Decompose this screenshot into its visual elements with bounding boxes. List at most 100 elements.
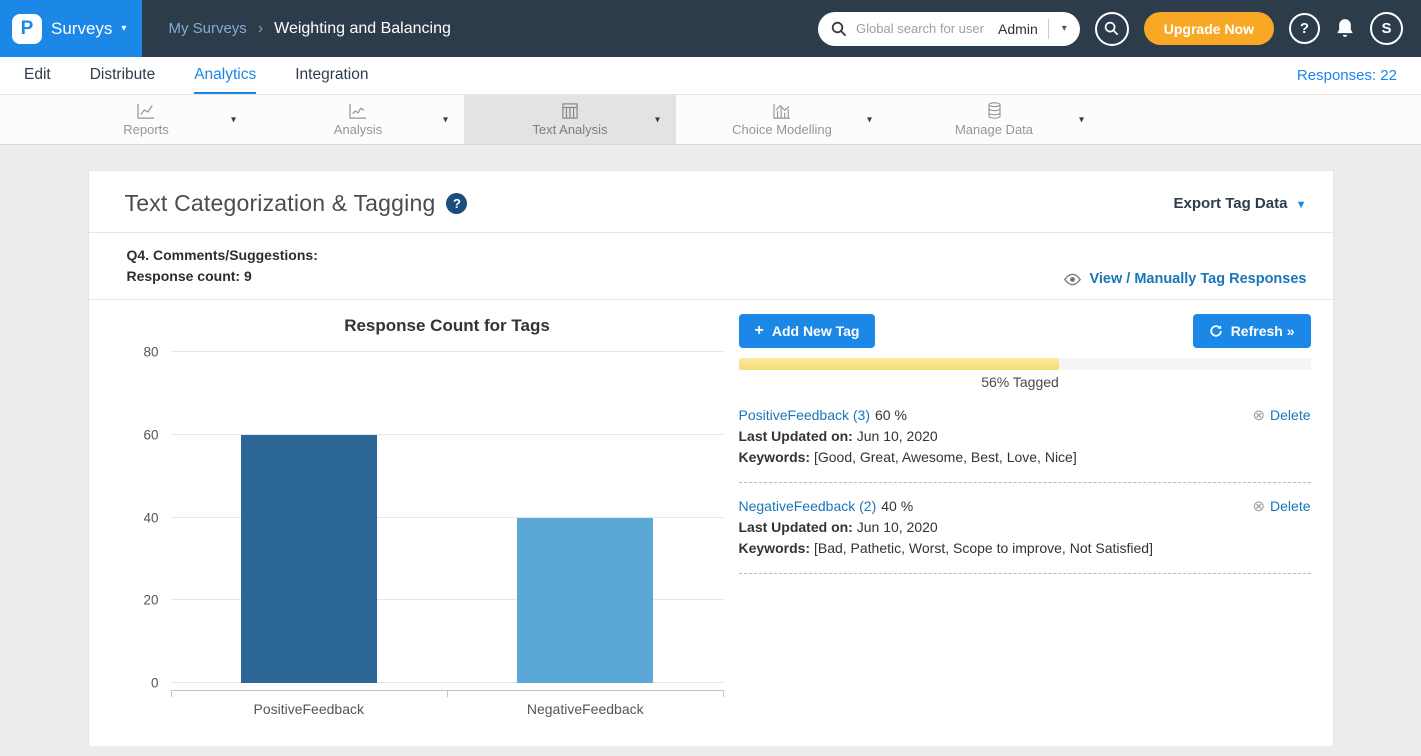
bar-slot <box>171 352 448 683</box>
tag-updated-row: Last Updated on: Jun 10, 2020 <box>739 426 1311 447</box>
tag-percent: 60 % <box>875 405 907 426</box>
notifications-button[interactable] <box>1335 18 1355 39</box>
tab-integration[interactable]: Integration <box>295 57 368 94</box>
app-name: Surveys <box>51 19 112 39</box>
chevron-down-icon[interactable]: ▾ <box>867 114 872 125</box>
search-icon <box>1104 21 1119 36</box>
text-analysis-icon <box>562 103 578 119</box>
delete-tag-link[interactable]: ⊗ Delete <box>1252 405 1310 426</box>
x-axis <box>171 690 724 697</box>
ribbon-text-analysis[interactable]: Text Analysis ▾ <box>464 95 676 144</box>
help-button[interactable]: ? <box>1289 13 1320 44</box>
ribbon-choice-modelling[interactable]: Choice Modelling ▾ <box>676 95 888 144</box>
bars <box>171 352 724 683</box>
tag-head: PositiveFeedback (3) 60 % ⊗ Delete <box>739 405 1311 426</box>
tag-updated-row: Last Updated on: Jun 10, 2020 <box>739 517 1311 538</box>
updated-label: Last Updated on: <box>739 519 853 535</box>
x-axis-label: NegativeFeedback <box>447 701 724 717</box>
analysis-chart-icon <box>349 103 367 119</box>
delete-circle-icon: ⊗ <box>1252 496 1265 517</box>
y-tick-label: 80 <box>143 345 158 360</box>
user-avatar[interactable]: S <box>1370 12 1403 45</box>
bar-PositiveFeedback[interactable] <box>241 435 377 683</box>
chevron-down-icon[interactable]: ▾ <box>655 114 660 125</box>
tag-keywords-row: Keywords: [Bad, Pathetic, Worst, Scope t… <box>739 538 1311 559</box>
ribbon-label: Choice Modelling <box>732 122 832 137</box>
plot <box>171 352 724 683</box>
chevron-down-icon[interactable]: ▾ <box>1079 114 1084 125</box>
tab-edit[interactable]: Edit <box>24 57 51 94</box>
refresh-label: Refresh » <box>1231 323 1295 339</box>
tab-analytics[interactable]: Analytics <box>194 57 256 94</box>
y-tick-label: 60 <box>143 427 158 442</box>
global-search: Admin ▾ <box>818 12 1080 46</box>
search-scope-dropdown[interactable]: ▾ <box>1049 12 1080 46</box>
panel-body: Response Count for Tags 020406080 Positi… <box>89 300 1333 717</box>
delete-label: Delete <box>1270 496 1310 517</box>
responses-count[interactable]: Responses: 22 <box>1297 67 1397 84</box>
progress-label-row: 56% Tagged <box>739 374 1311 392</box>
ribbon-analysis[interactable]: Analysis ▾ <box>252 95 464 144</box>
tab-distribute[interactable]: Distribute <box>90 57 155 94</box>
ribbon-label: Text Analysis <box>532 122 607 137</box>
keywords-value: [Bad, Pathetic, Worst, Scope to improve,… <box>810 540 1153 556</box>
view-manually-tag-link[interactable]: View / Manually Tag Responses <box>1063 271 1306 287</box>
export-tag-data-link[interactable]: Export Tag Data ▼ <box>1174 195 1307 212</box>
panel-header: Text Categorization & Tagging ? Export T… <box>89 171 1333 232</box>
chevron-down-icon[interactable]: ▾ <box>443 114 448 125</box>
breadcrumb-separator-icon: › <box>258 20 263 38</box>
choice-modelling-icon <box>773 103 791 119</box>
upgrade-now-button[interactable]: Upgrade Now <box>1144 12 1274 45</box>
chart-title: Response Count for Tags <box>171 316 724 336</box>
tag-actions-row: + Add New Tag Refresh » <box>739 314 1311 348</box>
breadcrumb-my-surveys[interactable]: My Surveys <box>168 20 246 37</box>
app-switcher[interactable]: P Surveys ▾ <box>0 0 142 57</box>
search-input[interactable] <box>854 20 994 37</box>
add-new-tag-button[interactable]: + Add New Tag <box>739 314 876 348</box>
help-badge-icon[interactable]: ? <box>446 193 467 214</box>
tag-name-link[interactable]: PositiveFeedback (3) <box>739 405 871 426</box>
reports-chart-icon <box>137 103 155 119</box>
bar-NegativeFeedback[interactable] <box>517 518 653 684</box>
y-tick-label: 20 <box>143 593 158 608</box>
ribbon-reports[interactable]: Reports ▾ <box>40 95 252 144</box>
ribbon-label: Reports <box>123 122 169 137</box>
search-scope-label: Admin <box>994 21 1048 37</box>
tagged-progress-fill <box>739 358 1059 370</box>
updated-value: Jun 10, 2020 <box>853 428 938 444</box>
refresh-icon <box>1209 324 1223 338</box>
bell-icon <box>1335 18 1355 39</box>
y-tick-label: 40 <box>143 510 158 525</box>
top-bar-actions: Admin ▾ Upgrade Now ? S <box>818 12 1421 46</box>
tag-percent: 40 % <box>881 496 913 517</box>
ribbon-manage-data[interactable]: Manage Data ▾ <box>888 95 1100 144</box>
delete-circle-icon: ⊗ <box>1252 405 1265 426</box>
search-button[interactable] <box>1095 12 1129 46</box>
search-icon <box>831 21 847 37</box>
updated-value: Jun 10, 2020 <box>853 519 938 535</box>
chevron-down-icon: ▼ <box>1296 199 1307 211</box>
analytics-ribbon: Reports ▾ Analysis ▾ Text Analysis ▾ Cho… <box>0 95 1421 145</box>
chart-plot-area: 020406080 <box>125 352 725 683</box>
chevron-down-icon[interactable]: ▾ <box>231 114 236 125</box>
x-axis-labels: PositiveFeedbackNegativeFeedback <box>171 701 724 717</box>
tag-name-link[interactable]: NegativeFeedback (2) <box>739 496 877 517</box>
updated-label: Last Updated on: <box>739 428 853 444</box>
page-title: Text Categorization & Tagging <box>125 190 436 217</box>
ribbon-label: Analysis <box>334 122 382 137</box>
y-axis: 020406080 <box>125 352 171 683</box>
ribbon-label: Manage Data <box>955 122 1033 137</box>
x-axis-tick <box>448 691 724 697</box>
export-tag-data-label: Export Tag Data <box>1174 195 1288 212</box>
chevron-down-icon[interactable]: ▾ <box>121 23 126 34</box>
tag-item: NegativeFeedback (2) 40 % ⊗ Delete Last … <box>739 496 1311 574</box>
tags-panel: + Add New Tag Refresh » 56% Tagged Posit… <box>739 308 1311 717</box>
tags-bar-chart: Response Count for Tags 020406080 Positi… <box>125 308 725 717</box>
database-icon <box>987 102 1002 119</box>
bar-slot <box>447 352 724 683</box>
keywords-label: Keywords: <box>739 540 811 556</box>
delete-tag-link[interactable]: ⊗ Delete <box>1252 496 1310 517</box>
top-bar: P Surveys ▾ My Surveys › Weighting and B… <box>0 0 1421 57</box>
tag-head: NegativeFeedback (2) 40 % ⊗ Delete <box>739 496 1311 517</box>
refresh-button[interactable]: Refresh » <box>1193 314 1311 348</box>
